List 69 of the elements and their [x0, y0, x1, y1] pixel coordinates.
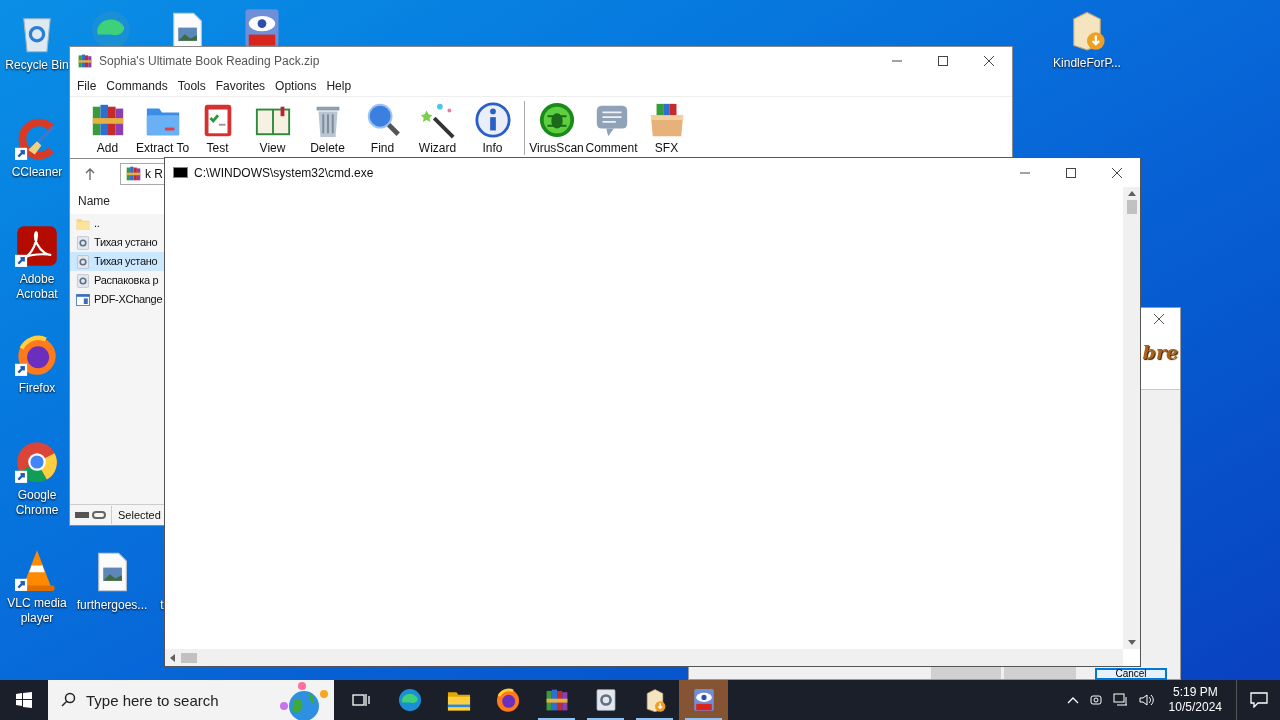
camera-icon[interactable]: [1088, 693, 1103, 707]
logo-text: bre: [1142, 340, 1178, 365]
horizontal-scrollbar[interactable]: [165, 649, 1123, 666]
toolbar-button[interactable]: View: [245, 100, 300, 155]
bug-icon: [537, 100, 576, 139]
toolbar-button[interactable]: Test: [190, 100, 245, 155]
toolbar-button[interactable]: SFX: [639, 100, 694, 155]
close-icon: [984, 56, 994, 66]
toolbar-button[interactable]: Delete: [300, 100, 355, 155]
fox-globe-icon: [494, 687, 521, 713]
books-icon: [125, 165, 142, 182]
desktop-icon-label[interactable]: CCleaner: [11, 165, 63, 180]
file-row[interactable]: ..: [70, 214, 164, 233]
file-row[interactable]: PDF-XChange: [70, 290, 164, 309]
close-icon: [1112, 167, 1122, 178]
menu-item[interactable]: Options: [270, 76, 322, 95]
up-arrow-icon[interactable]: [85, 167, 95, 180]
toolbar-button[interactable]: Add: [80, 100, 135, 155]
file-gear-icon: [75, 234, 91, 251]
desktop-icon-label[interactable]: Firefox: [18, 381, 56, 396]
cancel-button[interactable]: Cancel: [1095, 668, 1167, 680]
desktop-icon-label[interactable]: t: [160, 598, 164, 613]
shortcut-tricolor-circle-icon: [15, 440, 59, 484]
toolbar-button[interactable]: Info: [465, 100, 520, 155]
taskbar-app-button[interactable]: [679, 680, 728, 720]
window-title: C:\WINDOWS\system32\cmd.exe: [194, 164, 374, 182]
shortcut-document-app-icon: [15, 224, 59, 268]
caret-up-icon[interactable]: [1066, 696, 1079, 704]
vertical-scrollbar[interactable]: [1123, 187, 1140, 649]
menu-item[interactable]: Tools: [172, 76, 211, 95]
status-text: Selected: [118, 507, 161, 523]
desktop-icon-label[interactable]: furthergoes...: [76, 598, 148, 613]
column-header[interactable]: Name: [78, 192, 110, 210]
books-icon: [77, 53, 93, 69]
menu-item[interactable]: Help: [321, 76, 357, 95]
search-icon: [60, 692, 76, 708]
windows-logo-icon: [16, 692, 32, 708]
desktop-icon-label[interactable]: VLC media player: [5, 596, 69, 626]
swirl-icon: [396, 687, 423, 713]
network-icon[interactable]: [1112, 693, 1129, 707]
toolbar-button[interactable]: Find: [355, 100, 410, 155]
window-file-icon: [75, 291, 91, 308]
info-icon: [473, 100, 512, 139]
toolbar-button[interactable]: VirusScan: [529, 100, 584, 155]
toolbar-button[interactable]: Comment: [584, 100, 639, 155]
maximize-icon: [1066, 167, 1076, 178]
menu-item[interactable]: Commands: [101, 76, 173, 95]
file-row[interactable]: Распаковка р: [70, 271, 164, 290]
menu-item[interactable]: File: [72, 76, 102, 95]
desktop-icon-label[interactable]: Recycle Bin: [5, 58, 69, 73]
speaker-icon[interactable]: [1138, 693, 1155, 707]
file-row[interactable]: Тихая устано: [70, 233, 164, 252]
desktop-icon-label[interactable]: Adobe Acrobat: [5, 272, 69, 302]
toolbar-button[interactable]: Extract To: [135, 100, 190, 155]
terminal-icon: [173, 167, 188, 178]
file-gear-icon: [75, 272, 91, 289]
desktop-icon-label[interactable]: Google Chrome: [5, 488, 69, 518]
menu-item[interactable]: Favorites: [210, 76, 271, 95]
clock[interactable]: 5:19 PM 10/5/2024: [1164, 685, 1226, 715]
file-gear-icon: [75, 253, 91, 270]
search-field[interactable]: Type here to search: [48, 680, 334, 720]
close-button[interactable]: [1154, 314, 1164, 324]
drive-icon: [75, 510, 107, 520]
toolbar-button[interactable]: Wizard: [410, 100, 465, 155]
file-row[interactable]: Тихая устано: [70, 252, 164, 271]
maximize-icon: [938, 56, 948, 66]
window-title: Sophia's Ultimate Book Reading Pack.zip: [99, 53, 320, 70]
desktop-icon-label[interactable]: KindleForP...: [1053, 56, 1121, 71]
shortcut-fox-globe-icon: [15, 333, 59, 377]
